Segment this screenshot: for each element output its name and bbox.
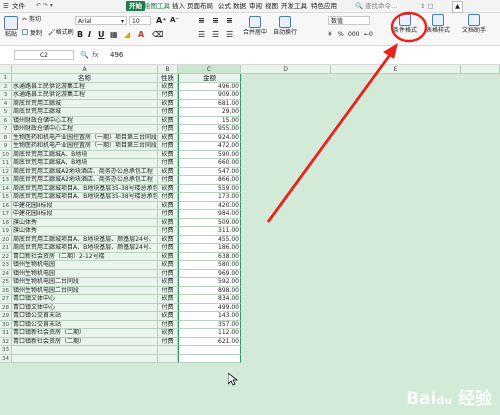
highlight-circle — [390, 11, 428, 43]
mouse-pointer-icon — [228, 373, 238, 386]
annotation-overlay — [266, 11, 428, 223]
red-arrow-head — [383, 43, 398, 59]
red-arrow-line — [266, 51, 394, 223]
